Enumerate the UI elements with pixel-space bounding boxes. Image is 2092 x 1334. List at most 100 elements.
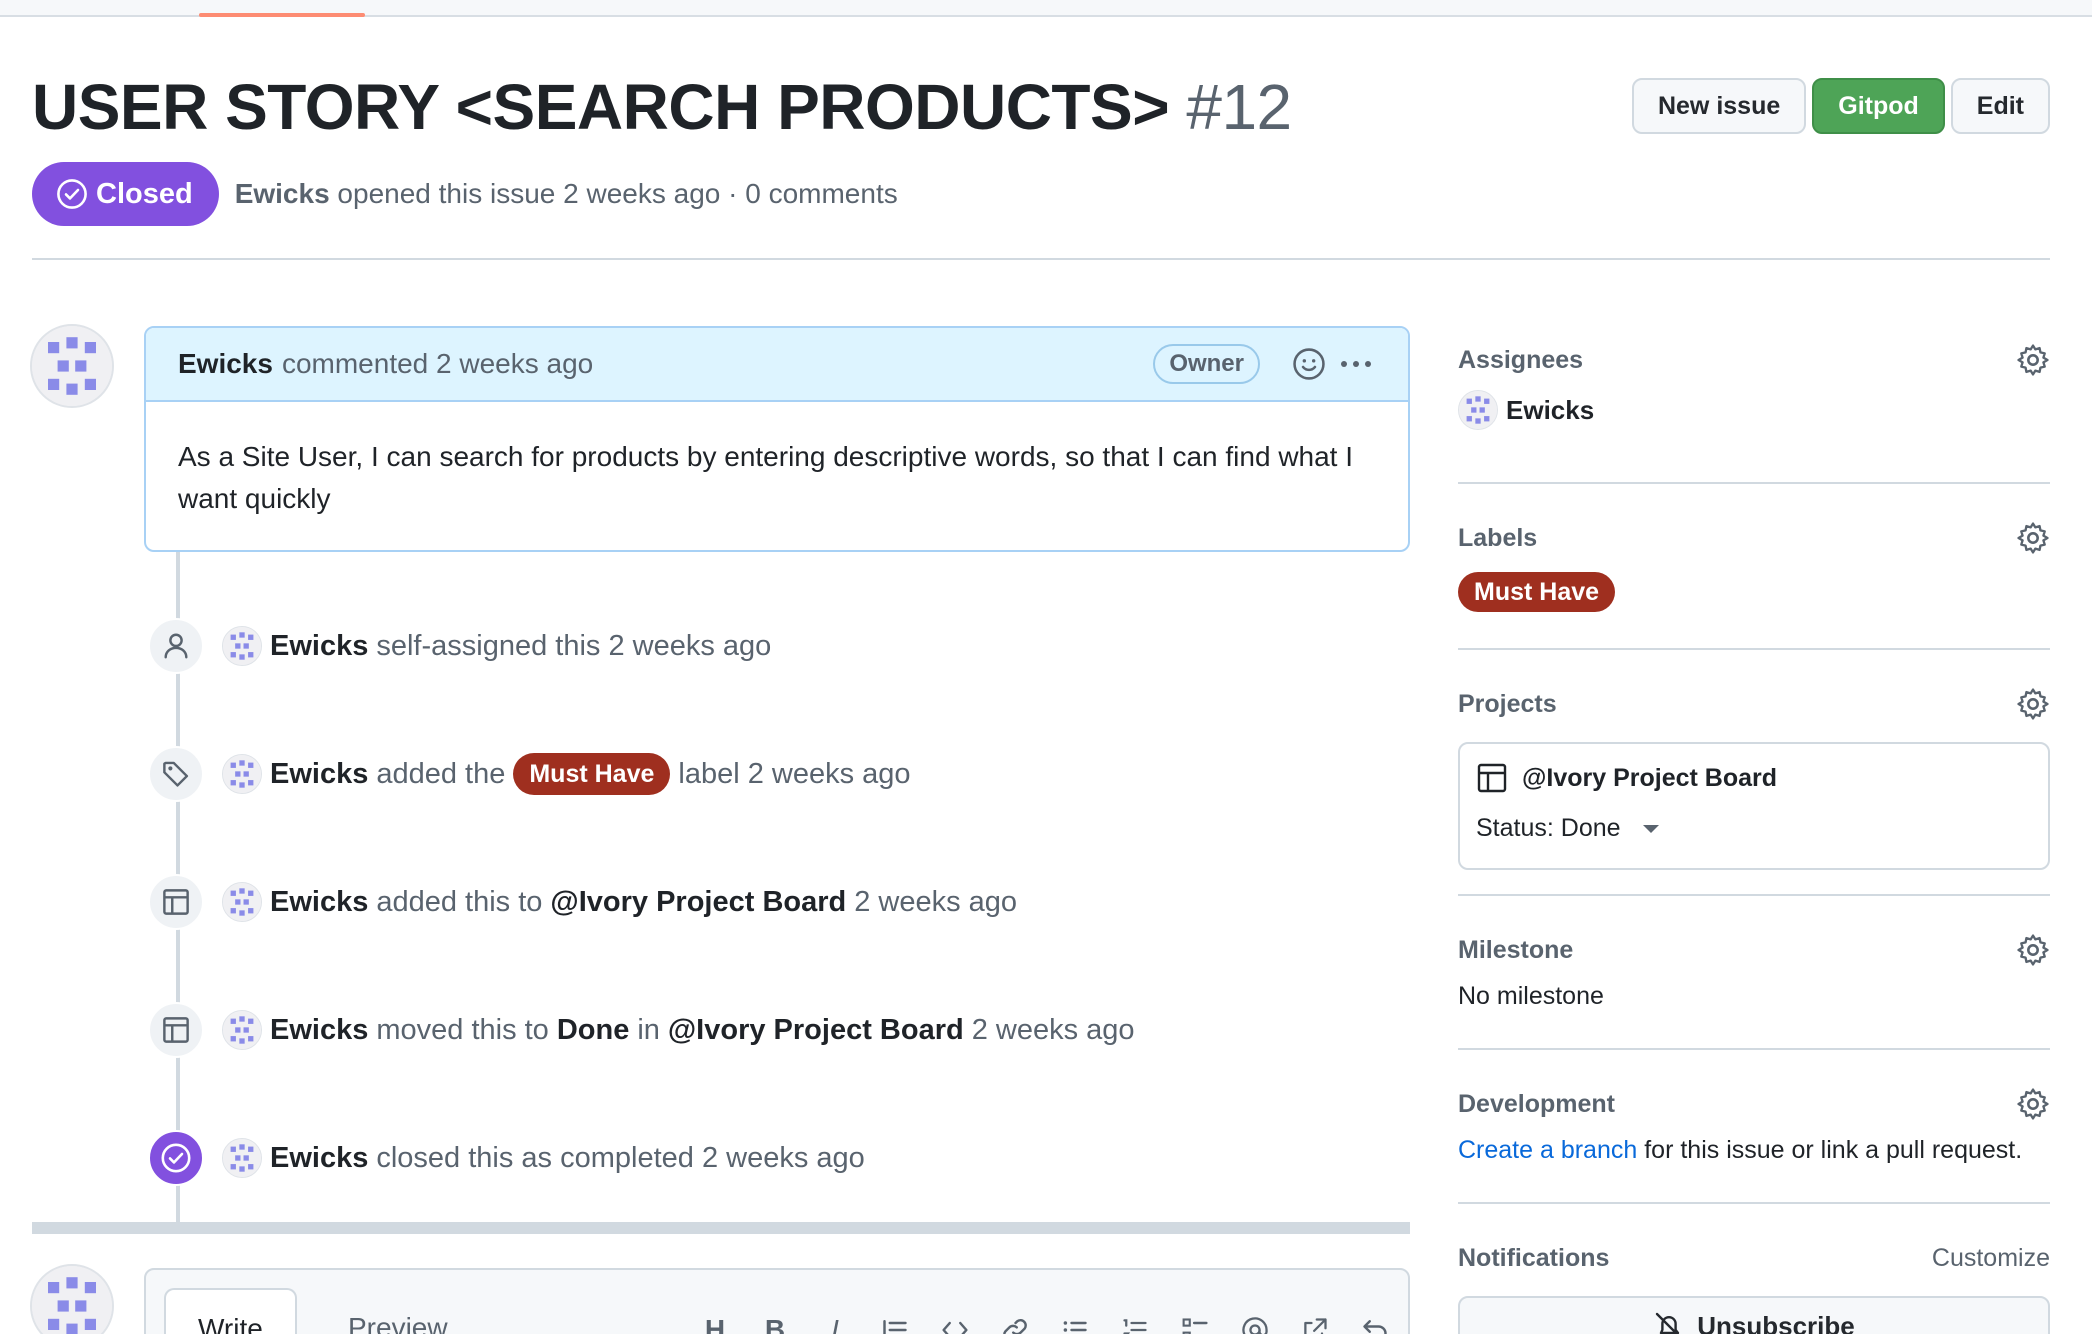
- comment-author-link[interactable]: Ewicks: [178, 348, 273, 380]
- table-icon: [148, 1002, 204, 1058]
- sidebar-heading: Labels: [1458, 523, 1538, 552]
- issue-comment: Ewicks commented 2 weeks ago Owner As a …: [144, 326, 1410, 552]
- gear-icon[interactable]: [2016, 933, 2050, 967]
- development-text: Create a branch for this issue or link a…: [1458, 1136, 2050, 1165]
- sidebar-heading: Notifications: [1458, 1243, 1610, 1272]
- milestone-value: No milestone: [1458, 982, 1604, 1010]
- sidebar-heading: Assignees: [1458, 345, 1584, 374]
- event-actor-link[interactable]: Ewicks: [270, 1142, 368, 1175]
- project-status: Status: Done: [1476, 814, 1621, 842]
- avatar[interactable]: [30, 1264, 114, 1334]
- event-actor-link[interactable]: Ewicks: [270, 1014, 368, 1047]
- sidebar-development: Development Create a branch for this iss…: [1458, 1050, 2050, 1204]
- comment-body: As a Site User, I can search for product…: [178, 441, 1354, 514]
- avatar[interactable]: [222, 1010, 262, 1050]
- header-actions: New issue Gitpod Edit: [1631, 78, 2050, 134]
- column-name: Done: [556, 1013, 630, 1046]
- sidebar-assignees: Assignees Ewicks: [1458, 340, 2050, 484]
- heading-icon[interactable]: H: [694, 1310, 736, 1334]
- link-icon[interactable]: [994, 1310, 1036, 1334]
- unsubscribe-button[interactable]: Unsubscribe: [1458, 1296, 2050, 1334]
- event-text: self-assigned this 2 weeks ago: [376, 629, 772, 662]
- event-text: closed this as completed 2 weeks ago: [376, 1141, 865, 1174]
- event-actor-link[interactable]: Ewicks: [270, 758, 368, 791]
- comment-meta: commented 2 weeks ago: [281, 348, 594, 379]
- assignee-name: Ewicks: [1506, 394, 1595, 425]
- project-name: @Ivory Project Board: [1522, 763, 1778, 792]
- issue-title-text: USER STORY <SEARCH PRODUCTS>: [32, 71, 1170, 143]
- issue-opened-text: opened this issue 2 weeks ago · 0 commen…: [337, 178, 898, 209]
- bold-icon[interactable]: B: [754, 1310, 796, 1334]
- tag-icon: [148, 746, 204, 802]
- italic-icon[interactable]: I: [814, 1310, 856, 1334]
- avatar: [1458, 390, 1498, 430]
- comment-options-button[interactable]: [1336, 347, 1376, 381]
- avatar[interactable]: [222, 882, 262, 922]
- kebab-horizontal-icon: [1341, 361, 1371, 367]
- ordered-list-icon[interactable]: [1114, 1310, 1156, 1334]
- timeline-event: Ewicks closed this as completed 2 weeks …: [148, 1128, 865, 1188]
- gitpod-button[interactable]: Gitpod: [1812, 78, 1945, 134]
- customize-link[interactable]: Customize: [1932, 1244, 2050, 1273]
- quote-icon[interactable]: [874, 1310, 916, 1334]
- timeline-end-divider: [32, 1222, 1410, 1234]
- gear-icon[interactable]: [2016, 1087, 2050, 1121]
- sidebar-heading: Milestone: [1458, 935, 1574, 964]
- unordered-list-icon[interactable]: [1054, 1310, 1096, 1334]
- gear-icon[interactable]: [2016, 687, 2050, 721]
- comment-composer: Write Preview H B I: [144, 1268, 1410, 1334]
- issue-meta: Ewicks opened this issue 2 weeks ago · 0…: [235, 178, 898, 210]
- triangle-down-icon: [1642, 824, 1659, 833]
- sidebar-milestone: Milestone No milestone: [1458, 896, 2050, 1050]
- sidebar-labels: Labels Must Have: [1458, 484, 2050, 650]
- assignee[interactable]: Ewicks: [1458, 390, 2050, 430]
- tab-write[interactable]: Write: [164, 1288, 297, 1334]
- table-icon: [1477, 763, 1507, 793]
- mention-icon[interactable]: [1234, 1310, 1276, 1334]
- undo-icon[interactable]: [1354, 1310, 1396, 1334]
- gear-icon[interactable]: [2016, 343, 2050, 377]
- edit-button[interactable]: Edit: [1950, 78, 2050, 134]
- person-icon: [148, 618, 204, 674]
- task-list-icon[interactable]: [1174, 1310, 1216, 1334]
- event-actor-link[interactable]: Ewicks: [270, 886, 368, 919]
- issue-author-link[interactable]: Ewicks: [235, 178, 330, 209]
- identicon-icon: [32, 326, 112, 406]
- event-text: label 2 weeks ago: [678, 757, 911, 790]
- sidebar-heading: Projects: [1458, 689, 1557, 718]
- smiley-icon: [1293, 348, 1325, 380]
- tab-preview[interactable]: Preview: [316, 1288, 480, 1334]
- new-issue-button[interactable]: New issue: [1631, 78, 1807, 134]
- gear-icon[interactable]: [2016, 521, 2050, 555]
- add-reaction-button[interactable]: [1292, 347, 1326, 381]
- project-link[interactable]: @Ivory Project Board: [668, 1014, 964, 1047]
- create-branch-link[interactable]: Create a branch: [1458, 1136, 1637, 1164]
- status-label: Closed: [96, 177, 193, 210]
- project-card: @Ivory Project Board Status: Done: [1458, 742, 2050, 870]
- event-text: added this to: [376, 885, 543, 918]
- avatar[interactable]: [222, 754, 262, 794]
- unsubscribe-label: Unsubscribe: [1697, 1310, 1855, 1334]
- avatar[interactable]: [30, 324, 114, 408]
- event-text: moved this to: [376, 1013, 549, 1046]
- header-divider: [32, 258, 2050, 260]
- check-circle-icon: [57, 179, 87, 209]
- sidebar-projects: Projects @Ivory Project Board Status: Do…: [1458, 650, 2050, 896]
- timeline-event: Ewicks self-assigned this 2 weeks ago: [148, 616, 771, 676]
- avatar[interactable]: [222, 1138, 262, 1178]
- label-must-have[interactable]: Must Have: [513, 753, 671, 795]
- issue-number: #12: [1186, 71, 1292, 143]
- active-tab-underline: [199, 13, 365, 17]
- project-link[interactable]: @Ivory Project Board: [1476, 758, 2032, 798]
- timeline-event: Ewicks added the Must Have label 2 weeks…: [148, 744, 911, 804]
- issue-title: USER STORY <SEARCH PRODUCTS> #12: [32, 66, 1292, 148]
- avatar[interactable]: [222, 626, 262, 666]
- timeline-event: Ewicks moved this to Done in @Ivory Proj…: [148, 1000, 1135, 1060]
- markdown-toolbar: H B I: [694, 1310, 1396, 1334]
- label-must-have[interactable]: Must Have: [1458, 572, 1616, 612]
- cross-reference-icon[interactable]: [1294, 1310, 1336, 1334]
- project-link[interactable]: @Ivory Project Board: [550, 886, 846, 919]
- project-status-dropdown[interactable]: Status: Done: [1476, 814, 2032, 843]
- code-icon[interactable]: [934, 1310, 976, 1334]
- event-actor-link[interactable]: Ewicks: [270, 630, 368, 663]
